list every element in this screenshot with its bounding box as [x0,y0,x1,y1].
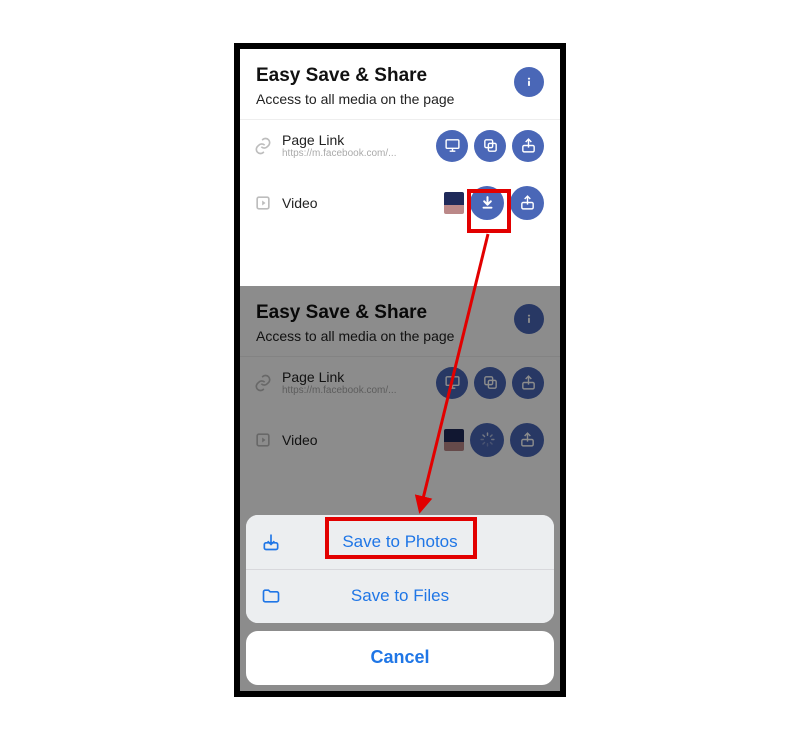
monitor-icon [444,374,461,391]
row-actions [436,130,544,162]
share-icon [520,374,537,391]
copy-button[interactable] [474,130,506,162]
cancel-button[interactable]: Cancel [246,631,554,685]
row-url: https://m.facebook.com/... [282,385,412,396]
copy-icon [482,374,499,391]
row-label: Page Link [282,132,428,148]
row-actions [444,186,544,220]
info-icon [521,311,537,327]
panel-title: Easy Save & Share [256,65,514,87]
info-button[interactable] [514,67,544,97]
open-browser-button [436,367,468,399]
row-url: https://m.facebook.com/... [282,148,412,159]
share-link-button [512,367,544,399]
panel-header: Easy Save & Share Access to all media on… [240,49,560,120]
phone-frame: Easy Save & Share Access to all media on… [234,43,566,697]
share-icon [519,194,536,211]
link-icon [252,372,274,394]
share-icon [519,431,536,448]
video-thumbnail[interactable] [444,192,464,214]
panel-subtitle: Access to all media on the page [256,328,514,344]
header-text: Easy Save & Share Access to all media on… [256,65,514,107]
link-icon [252,135,274,157]
row-text: Video [282,195,436,211]
share-icon [520,137,537,154]
share-link-button[interactable] [512,130,544,162]
action-sheet: Save to Photos Save to Files Cancel [246,515,554,685]
row-label: Page Link [282,369,428,385]
easy-save-panel-top: Easy Save & Share Access to all media on… [240,49,560,286]
row-page-link: Page Link https://m.facebook.com/... [240,357,560,409]
phone-screen: Easy Save & Share Access to all media on… [240,49,560,691]
lower-area: Easy Save & Share Access to all media on… [240,286,560,691]
info-icon [521,74,537,90]
open-browser-button[interactable] [436,130,468,162]
download-icon [479,194,496,211]
row-text: Page Link https://m.facebook.com/... [282,132,428,159]
monitor-icon [444,137,461,154]
cancel-label: Cancel [370,647,429,668]
download-video-button[interactable] [470,186,504,220]
video-thumbnail [444,429,464,451]
spinner-icon [479,431,496,448]
share-video-button[interactable] [510,186,544,220]
save-to-files-label: Save to Files [260,586,540,606]
action-sheet-group: Save to Photos Save to Files [246,515,554,623]
video-icon [252,429,274,451]
video-icon [252,192,274,214]
row-page-link: Page Link https://m.facebook.com/... [240,120,560,172]
save-to-photos-button[interactable]: Save to Photos [246,515,554,569]
copy-button [474,367,506,399]
copy-icon [482,137,499,154]
row-label: Video [282,195,436,211]
row-video: Video [240,409,560,467]
info-button [514,304,544,334]
save-to-files-button[interactable]: Save to Files [246,569,554,623]
download-spinner [470,423,504,457]
save-to-photos-label: Save to Photos [260,532,540,552]
panel-subtitle: Access to all media on the page [256,91,514,107]
panel-title: Easy Save & Share [256,302,514,324]
share-video-button [510,423,544,457]
row-label: Video [282,432,436,448]
row-video: Video [240,172,560,230]
panel-header: Easy Save & Share Access to all media on… [240,286,560,357]
